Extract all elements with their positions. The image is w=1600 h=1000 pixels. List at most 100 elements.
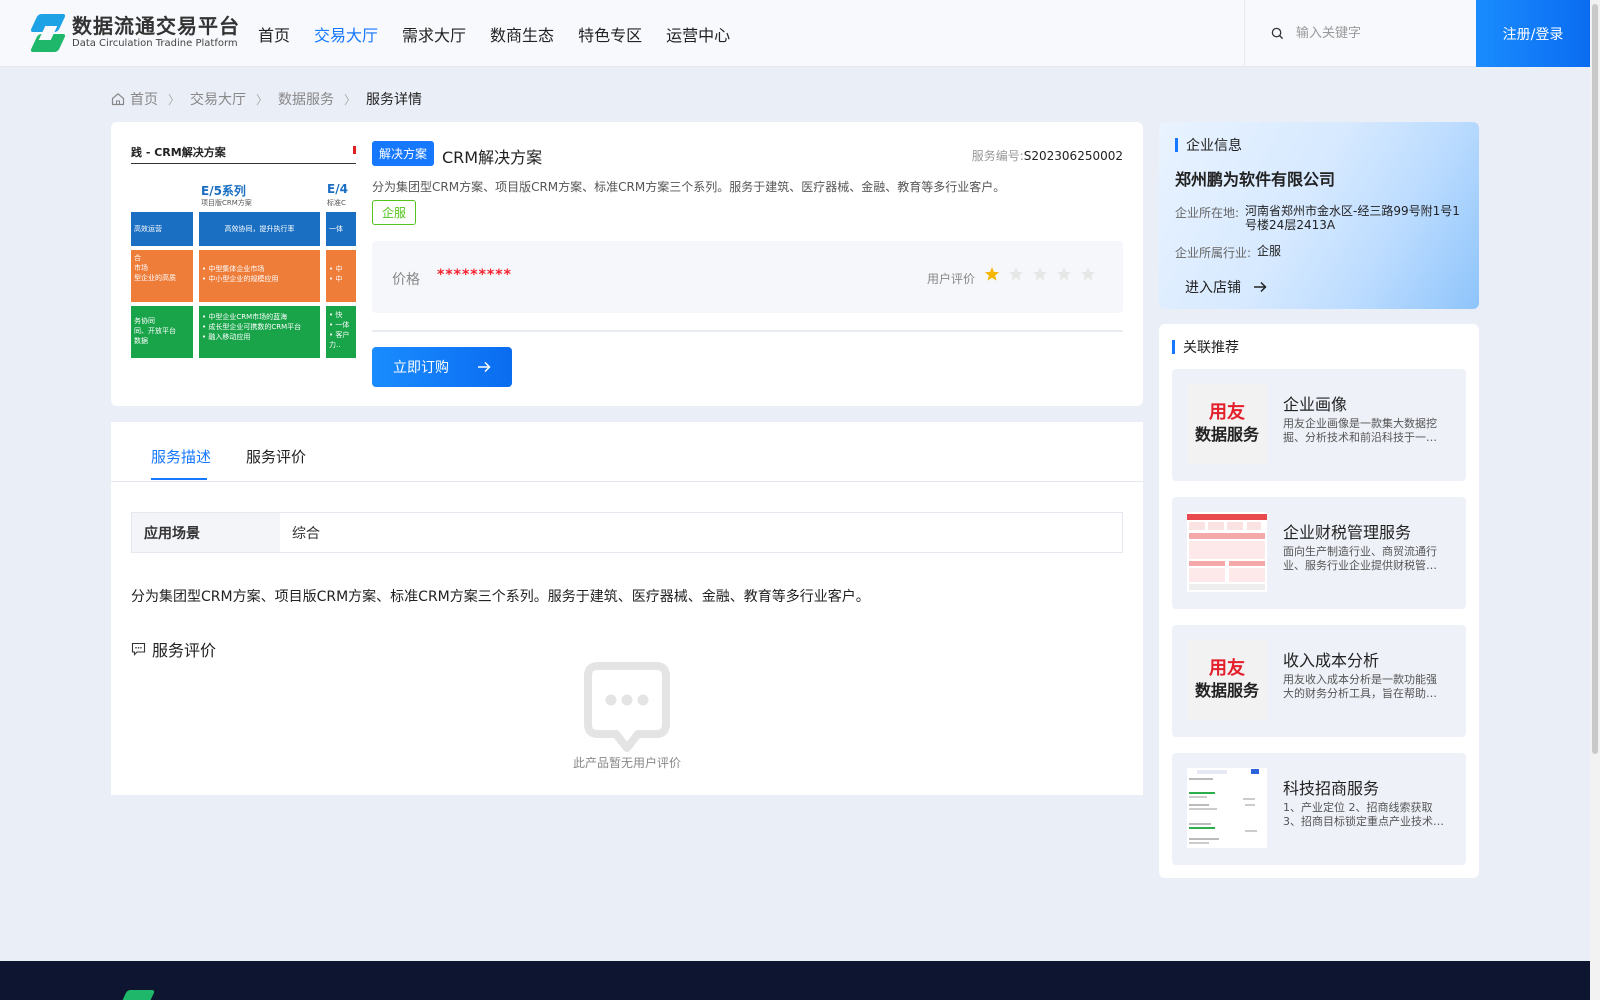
finance-dashboard-thumbnail	[1187, 512, 1267, 592]
platform-logo[interactable]: 数据流通交易平台 Data Circulation Tradine Platfo…	[29, 14, 240, 52]
yonyou-logo: 用友 数据服务	[1187, 384, 1267, 464]
related-item-image	[1187, 512, 1267, 592]
logo-mark-icon	[29, 14, 67, 52]
page-footer	[0, 961, 1590, 1000]
evaluation-heading: 服务评价	[131, 637, 216, 661]
related-item-title: 科技招商服务	[1283, 779, 1380, 798]
related-item-desc: 用友收入成本分析是一款功能强大的财务分析工具，旨在帮助企业进行分析	[1283, 673, 1437, 700]
thumbnail-block: 务协同 同、开放平台 数据	[131, 306, 193, 358]
comment-icon	[131, 642, 146, 656]
thumbnail-block: 高效协同，提升执行率	[199, 212, 320, 246]
thumbnail-block: • 中型集体企业市场 • 中小型企业的规模应用	[199, 250, 320, 302]
service-number-value: S202306250002	[1023, 149, 1123, 163]
price-value: *********	[437, 267, 512, 283]
product-description: 分为集团型CRM方案、项目版CRM方案、标准CRM方案三个系列。服务于建筑、医疗…	[372, 180, 1006, 194]
related-item-image: 用友 数据服务	[1187, 640, 1267, 720]
breadcrumb-data-service[interactable]: 数据服务	[278, 89, 334, 109]
breadcrumb-current: 服务详情	[366, 92, 423, 108]
product-thumbnail[interactable]: 践 - CRM解决方案 E/5系列 项目版CRM方案 E/4 标准C 高效运营 …	[131, 142, 356, 367]
breadcrumb: 首页 〉 交易大厅 〉 数据服务 〉 服务详情	[111, 89, 422, 109]
related-item-image	[1187, 768, 1267, 848]
thumbnail-accent	[353, 146, 356, 154]
nav-featured[interactable]: 特色专区	[578, 22, 642, 46]
arrow-right-icon	[478, 361, 491, 373]
product-title: CRM解决方案	[442, 148, 543, 167]
related-item-desc: 面向生产制造行业、商贸流通行业、服务行业企业提供财税管理服务	[1283, 545, 1437, 572]
thumbnail-col1-sub: 项目版CRM方案	[201, 199, 252, 207]
detail-tabs: 服务描述 服务评价	[111, 422, 1143, 482]
related-section-head: 关联推荐	[1172, 337, 1239, 357]
enter-shop-label: 进入店铺	[1185, 280, 1241, 296]
thumbnail-block: • 快 • 一体 • 客户 力..	[326, 306, 356, 358]
arrow-right-icon	[1254, 281, 1267, 293]
thumbnail-col1-head: E/5系列	[201, 184, 246, 198]
buy-now-button[interactable]: 立即订购	[372, 347, 512, 387]
top-header: 数据流通交易平台 Data Circulation Tradine Platfo…	[0, 0, 1590, 67]
location-label: 企业所在地:	[1175, 206, 1240, 220]
scrollbar-thumb[interactable]	[1592, 4, 1598, 754]
category-tag: 解决方案	[372, 141, 435, 166]
nav-demand-hall[interactable]: 需求大厅	[402, 22, 466, 46]
search-box	[1244, 0, 1476, 67]
related-section-title: 关联推荐	[1183, 340, 1239, 356]
scene-value: 综合	[292, 525, 320, 542]
company-info-card: 企业信息 郑州鹏为软件有限公司 企业所在地: 河南省郑州市金水区-经三路99号附1…	[1159, 122, 1479, 309]
logo-subtitle: Data Circulation Tradine Platform	[72, 38, 238, 49]
chevron-right-icon: 〉	[344, 92, 357, 107]
thumbnail-block: • 中 • 中	[326, 250, 356, 302]
chevron-right-icon: 〉	[256, 92, 269, 107]
active-tab-indicator	[151, 478, 207, 480]
main-nav: 首页 交易大厅 需求大厅 数商生态 特色专区 运营中心	[258, 0, 754, 67]
location-value: 河南省郑州市金水区-经三路99号附1号1号楼24层2413A	[1245, 204, 1460, 232]
related-item[interactable]: 科技招商服务 1、产业定位 2、招商线索获取 3、招商目标锁定重点产业技术领域	[1172, 753, 1466, 865]
thumbnail-block: 高效运营	[131, 212, 193, 246]
related-recommendations: 关联推荐 用友 数据服务 企业画像 用友企业画像是一款集大数据挖掘、分析技术和前沿…	[1159, 324, 1479, 878]
star-empty-icon	[1056, 267, 1072, 281]
rating-stars	[984, 266, 1104, 282]
related-item-title: 收入成本分析	[1283, 651, 1380, 670]
search-icon[interactable]	[1271, 27, 1284, 40]
chevron-right-icon: 〉	[168, 92, 181, 107]
nav-trading-hall[interactable]: 交易大厅	[314, 22, 378, 46]
empty-evaluation-text: 此产品暂无用户评价	[572, 756, 681, 770]
related-item-title: 企业财税管理服务	[1283, 523, 1412, 542]
industry-label: 企业所属行业:	[1175, 246, 1252, 260]
company-industry-row: 企业所属行业: 企服	[1175, 244, 1472, 261]
company-section-title: 企业信息	[1186, 138, 1242, 154]
nav-home[interactable]: 首页	[258, 22, 290, 46]
related-item[interactable]: 企业财税管理服务 面向生产制造行业、商贸流通行业、服务行业企业提供财税管理服务	[1172, 497, 1466, 609]
thumbnail-block: • 中型企业CRM市场的蓝海 • 成长型企业可携数的CRM平台 • 融入移动应用	[199, 306, 320, 358]
thumbnail-col2-head: E/4	[327, 182, 348, 196]
yonyou-logo: 用友 数据服务	[1187, 640, 1267, 720]
related-item-image: 用友 数据服务	[1187, 384, 1267, 464]
search-input[interactable]	[1296, 26, 1466, 41]
price-panel: 价格 ********* 用户评价	[372, 241, 1123, 313]
nav-ecosystem[interactable]: 数商生态	[490, 22, 554, 46]
logo-title: 数据流通交易平台	[72, 14, 240, 38]
star-empty-icon	[1032, 267, 1048, 281]
thumbnail-col2-sub: 标准C	[327, 199, 346, 207]
rating-label: 用户评价	[927, 272, 976, 286]
detail-description: 分为集团型CRM方案、项目版CRM方案、标准CRM方案三个系列。服务于建筑、医疗…	[131, 589, 870, 605]
empty-comment-icon	[584, 662, 670, 752]
tab-service-description[interactable]: 服务描述	[151, 446, 211, 467]
service-number-label: 服务编号:	[971, 149, 1024, 163]
scene-table: 应用场景 综合	[131, 512, 1123, 553]
related-item[interactable]: 用友 数据服务 企业画像 用友企业画像是一款集大数据挖掘、分析技术和前沿科技于一体…	[1172, 369, 1466, 481]
company-location-row: 企业所在地: 河南省郑州市金水区-经三路99号附1号1号楼24层2413A	[1175, 204, 1460, 232]
investment-report-thumbnail	[1187, 768, 1267, 848]
breadcrumb-trading-hall[interactable]: 交易大厅	[190, 89, 246, 109]
related-item-desc: 1、产业定位 2、招商线索获取 3、招商目标锁定重点产业技术领域	[1283, 801, 1444, 828]
enter-shop-link[interactable]: 进入店铺	[1185, 277, 1267, 297]
industry-badge: 企服	[372, 200, 417, 225]
login-register-button[interactable]: 注册/登录	[1476, 0, 1590, 67]
nav-operations[interactable]: 运营中心	[666, 22, 730, 46]
service-detail-panel: 服务描述 服务评价 应用场景 综合 分为集团型CRM方案、项目版CRM方案、标准…	[111, 422, 1143, 795]
company-section-head: 企业信息	[1175, 135, 1242, 155]
related-item-desc: 用友企业画像是一款集大数据挖掘、分析技术和前沿科技于一体的企业服务产品	[1283, 417, 1437, 444]
breadcrumb-home[interactable]: 首页	[130, 89, 158, 109]
evaluation-title: 服务评价	[152, 641, 217, 660]
related-item[interactable]: 用友 数据服务 收入成本分析 用友收入成本分析是一款功能强大的财务分析工具，旨在帮…	[1172, 625, 1466, 737]
tab-service-evaluation[interactable]: 服务评价	[246, 446, 306, 467]
page-scrollbar[interactable]	[1590, 0, 1600, 1000]
